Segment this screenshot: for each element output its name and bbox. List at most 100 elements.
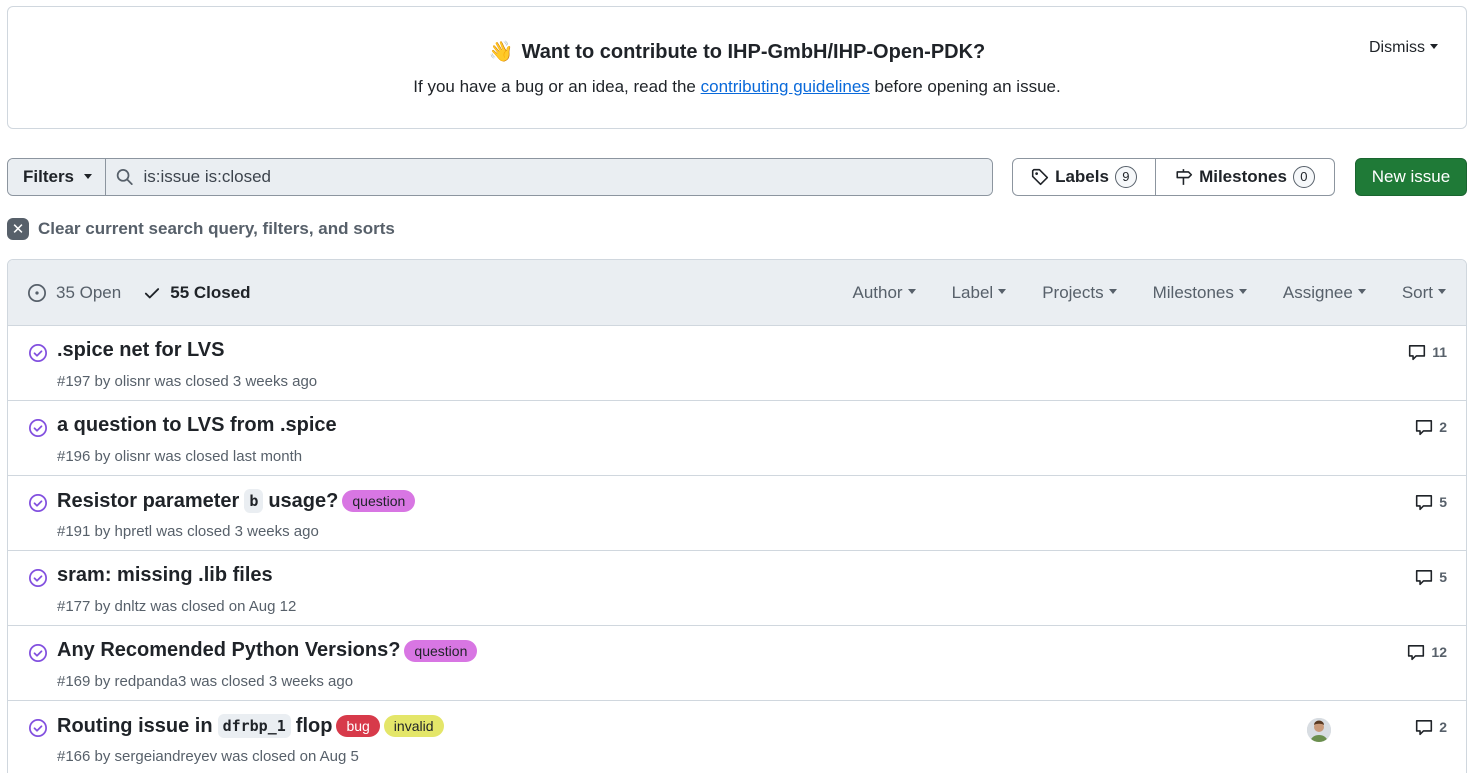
comments-link[interactable]: 5 xyxy=(1415,493,1447,511)
banner-title-text: Want to contribute to IHP-GmbH/IHP-Open-… xyxy=(521,41,986,63)
comment-icon xyxy=(1416,570,1433,586)
filters-button[interactable]: Filters xyxy=(8,159,106,195)
comment-icon xyxy=(1416,420,1433,436)
comment-count: 12 xyxy=(1431,644,1447,660)
list-filters: Author Label Projects Milestones Assigne… xyxy=(816,260,1446,325)
caret-down-icon xyxy=(1357,289,1366,294)
banner-text-after: before opening an issue. xyxy=(869,77,1061,96)
issue-open-icon xyxy=(28,283,46,302)
issue-title: a question to LVS from .spice xyxy=(57,414,337,436)
issue-closed-icon xyxy=(29,719,47,737)
assignee-avatar[interactable] xyxy=(1307,718,1331,742)
caret-down-icon xyxy=(1238,289,1247,294)
contribute-banner: 👋 Want to contribute to IHP-GmbH/IHP-Open… xyxy=(7,6,1467,129)
comments-link[interactable]: 2 xyxy=(1415,718,1447,736)
issue-title: .spice net for LVS xyxy=(57,339,225,361)
projects-filter-label: Projects xyxy=(1042,282,1104,302)
issue-title-link[interactable]: Routing issue in dfrbp_1 flop bug invali… xyxy=(57,714,444,738)
comment-count: 5 xyxy=(1439,494,1447,510)
label-question[interactable]: question xyxy=(404,639,478,662)
avatar-person-icon xyxy=(1307,718,1331,742)
labels-button[interactable]: Labels 9 xyxy=(1013,159,1156,195)
issue-title-link[interactable]: .spice net for LVS xyxy=(57,339,224,362)
labels-label: Labels xyxy=(1055,167,1109,186)
comment-count: 11 xyxy=(1432,344,1447,360)
issue-row: Resistor parameter b usage? question #19… xyxy=(8,476,1466,551)
closed-count: 55 Closed xyxy=(170,282,251,302)
milestones-label: Milestones xyxy=(1199,167,1287,186)
caret-down-icon xyxy=(84,173,93,179)
milestones-filter[interactable]: Milestones xyxy=(1153,283,1247,303)
label-bug[interactable]: bug xyxy=(336,715,380,737)
author-filter-label: Author xyxy=(852,282,903,302)
banner-text: If you have a bug or an idea, read the c… xyxy=(8,77,1466,97)
issue-title-link[interactable]: a question to LVS from .spice xyxy=(57,414,337,437)
issues-header: 35 Open 55 Closed Author Label Projects … xyxy=(8,260,1466,326)
filters-label: Filters xyxy=(23,167,75,186)
issue-title-part: flop xyxy=(295,714,333,737)
assignee-filter[interactable]: Assignee xyxy=(1283,283,1366,303)
closed-issues-tab[interactable]: 55 Closed xyxy=(143,282,251,303)
caret-down-icon xyxy=(1430,44,1438,50)
wave-emoji-icon: 👋 xyxy=(488,41,514,63)
issue-title-part: Resistor parameter xyxy=(57,489,240,512)
issue-closed-icon xyxy=(29,419,47,437)
issue-closed-icon xyxy=(29,494,47,512)
comment-count: 5 xyxy=(1439,569,1447,585)
milestones-filter-label: Milestones xyxy=(1152,282,1234,302)
caret-down-icon xyxy=(1108,289,1117,294)
sort-filter[interactable]: Sort xyxy=(1402,283,1446,303)
issue-row: a question to LVS from .spice #196 by ol… xyxy=(8,401,1466,476)
banner-text-before: If you have a bug or an idea, read the xyxy=(413,77,701,96)
label-invalid[interactable]: invalid xyxy=(383,715,444,737)
comment-icon xyxy=(1416,720,1433,736)
comments-link[interactable]: 2 xyxy=(1415,418,1447,436)
issue-meta: #177 by dnltz was closed on Aug 12 xyxy=(57,598,297,615)
issue-meta: #197 by olisnr was closed 3 weeks ago xyxy=(57,373,318,390)
comment-count: 2 xyxy=(1439,419,1447,435)
issue-title-link[interactable]: Any Recomended Python Versions? question xyxy=(57,639,478,662)
comment-count: 2 xyxy=(1439,719,1447,735)
label-question[interactable]: question xyxy=(342,490,416,512)
new-issue-button[interactable]: New issue xyxy=(1355,158,1467,196)
open-issues-tab[interactable]: 35 Open xyxy=(27,283,121,303)
issue-meta: #191 by hpretl was closed 3 weeks ago xyxy=(57,523,319,540)
search-icon xyxy=(116,169,133,185)
issue-closed-icon xyxy=(29,569,47,587)
contributing-guidelines-link[interactable]: contributing guidelines xyxy=(701,77,870,96)
issue-title-link[interactable]: Resistor parameter b usage? question xyxy=(57,489,416,513)
issue-row: Any Recomended Python Versions? question… xyxy=(8,626,1466,701)
issue-row: .spice net for LVS #197 by olisnr was cl… xyxy=(8,326,1466,401)
comments-link[interactable]: 12 xyxy=(1407,643,1447,661)
comment-icon xyxy=(1408,645,1425,661)
open-count: 35 Open xyxy=(56,282,122,302)
projects-filter[interactable]: Projects xyxy=(1042,282,1117,303)
issue-row: Routing issue in dfrbp_1 flop bug invali… xyxy=(8,701,1466,773)
issues-list: 35 Open 55 Closed Author Label Projects … xyxy=(7,259,1467,773)
issue-meta: #166 by sergeiandreyev was closed on Aug… xyxy=(57,748,359,765)
comments-link[interactable]: 5 xyxy=(1415,568,1447,586)
banner-title: 👋 Want to contribute to IHP-GmbH/IHP-Open… xyxy=(8,39,1466,64)
author-filter[interactable]: Author xyxy=(852,282,916,303)
comments-link[interactable]: 11 xyxy=(1408,343,1447,361)
inline-code: dfrbp_1 xyxy=(217,714,291,738)
caret-down-icon xyxy=(1438,289,1446,294)
milestones-button[interactable]: Milestones 0 xyxy=(1156,159,1334,195)
dismiss-button[interactable]: Dismiss xyxy=(1369,39,1438,57)
clear-filters-link[interactable]: ✕ Clear current search query, filters, a… xyxy=(7,218,395,240)
milestones-counter: 0 xyxy=(1292,166,1315,188)
issue-title-link[interactable]: sram: missing .lib files xyxy=(57,564,273,587)
caret-down-icon xyxy=(998,289,1007,294)
caret-down-icon xyxy=(907,289,916,294)
label-filter[interactable]: Label xyxy=(952,283,1007,303)
close-icon: ✕ xyxy=(7,218,29,240)
labels-milestones-group: Labels 9 Milestones 0 xyxy=(1012,158,1335,196)
assignee-filter-label: Assignee xyxy=(1282,282,1353,302)
issue-meta: #169 by redpanda3 was closed 3 weeks ago xyxy=(57,673,354,690)
comment-icon xyxy=(1409,345,1426,361)
search-input[interactable] xyxy=(143,167,992,187)
dismiss-label: Dismiss xyxy=(1369,39,1425,56)
issue-meta: #196 by olisnr was closed last month xyxy=(57,448,303,465)
check-icon xyxy=(145,287,160,298)
clear-filters-label: Clear current search query, filters, and… xyxy=(38,219,395,238)
